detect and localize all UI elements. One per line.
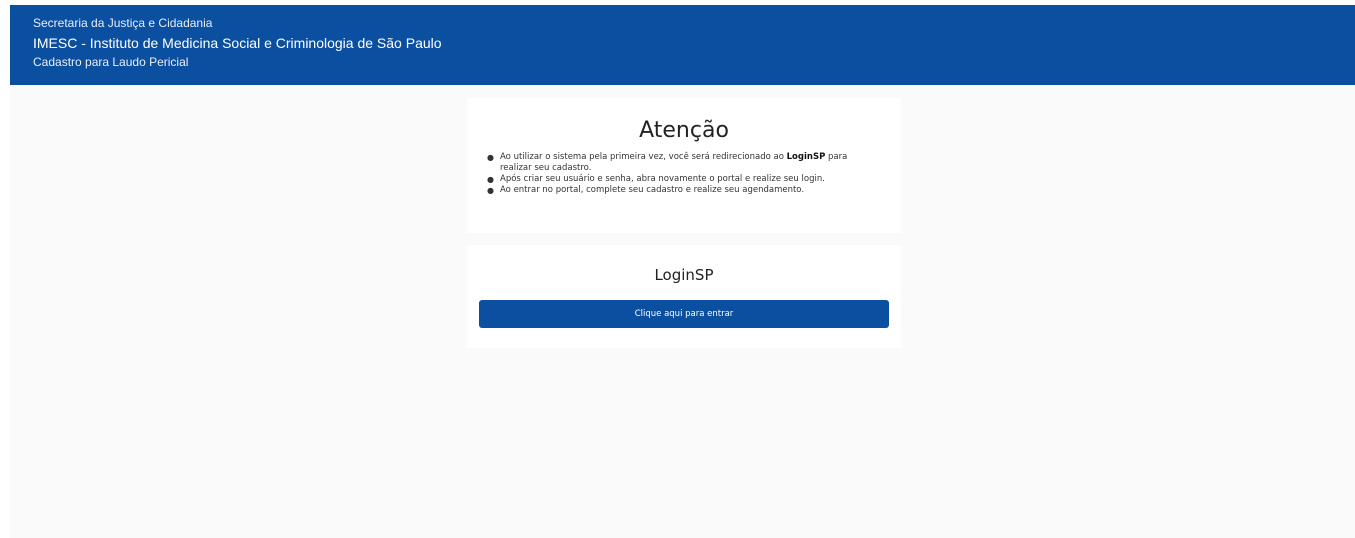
bullet-icon: ●	[487, 186, 494, 195]
header-institute: IMESC - Instituto de Medicina Social e C…	[33, 35, 442, 51]
list-item-text: Após criar seu usuário e senha, abra nov…	[500, 174, 825, 184]
list-item: ● Ao utilizar o sistema pela primeira ve…	[487, 152, 877, 174]
list-item: ● Ao entrar no portal, complete seu cada…	[487, 185, 877, 196]
list-item-bold: LoginSP	[786, 152, 826, 162]
bullet-icon: ●	[487, 175, 494, 184]
page-frame: Secretaria da Justiça e Cidadania IMESC …	[10, 5, 1355, 538]
attention-title: Atenção	[639, 118, 729, 143]
site-header: Secretaria da Justiça e Cidadania IMESC …	[10, 5, 1355, 85]
attention-list: ● Ao utilizar o sistema pela primeira ve…	[467, 145, 901, 196]
list-item-text: Ao entrar no portal, complete seu cadast…	[500, 185, 805, 195]
header-secretariat: Secretaria da Justiça e Cidadania	[33, 16, 213, 30]
list-item-text-before: Ao utilizar o sistema pela primeira vez,…	[500, 152, 787, 162]
list-item: ● Após criar seu usuário e senha, abra n…	[487, 174, 877, 185]
login-enter-button[interactable]: Clique aqui para entrar	[479, 300, 889, 328]
attention-card: Atenção ● Ao utilizar o sistema pela pri…	[467, 98, 901, 233]
header-subtitle: Cadastro para Laudo Pericial	[33, 55, 189, 69]
login-title: LoginSP	[654, 266, 714, 284]
bullet-icon: ●	[487, 153, 494, 162]
login-card: LoginSP Clique aqui para entrar	[467, 245, 901, 348]
